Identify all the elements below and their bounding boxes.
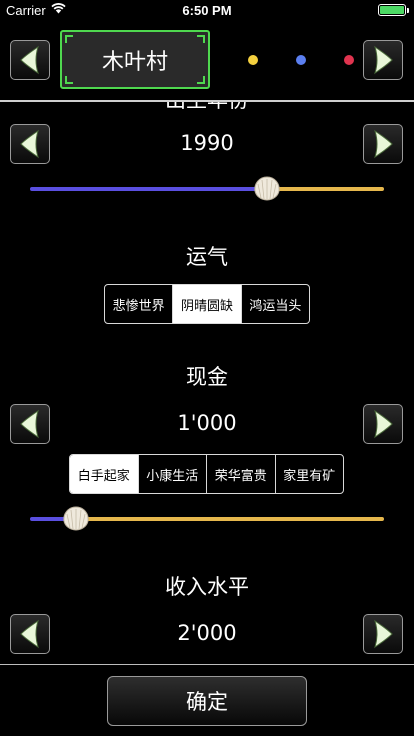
cash-label: 现金 <box>186 365 228 389</box>
status-bar: Carrier 6:50 PM <box>0 0 414 20</box>
cash-option[interactable]: 家里有矿 <box>274 455 344 493</box>
header-next-button[interactable] <box>363 40 403 80</box>
income-value: 2'000 <box>177 621 237 645</box>
arrow-right-icon <box>374 129 393 159</box>
status-time: 6:50 PM <box>182 3 232 18</box>
cash-slider[interactable] <box>30 506 384 531</box>
cash-value: 1'000 <box>177 411 237 435</box>
battery-icon <box>378 4 409 16</box>
arrow-right-icon <box>374 45 393 75</box>
slider-track-remaining <box>267 187 384 191</box>
luck-option[interactable]: 鸿运当头 <box>240 285 309 323</box>
cash-option[interactable]: 白手起家 <box>70 455 138 493</box>
slider-track-filled <box>30 187 267 191</box>
luck-option[interactable]: 阴晴圆缺 <box>172 285 241 323</box>
year-value: 1990 <box>180 131 234 155</box>
income-increase-button[interactable] <box>363 614 403 654</box>
village-name-box[interactable]: 木叶村 <box>60 30 210 89</box>
header-divider <box>0 100 414 102</box>
header-prev-button[interactable] <box>10 40 50 80</box>
income-label: 收入水平 <box>165 575 249 599</box>
cash-segmented-control[interactable]: 白手起家 小康生活 荣华富贵 家里有矿 <box>69 454 344 494</box>
year-slider[interactable] <box>30 176 384 201</box>
confirm-button[interactable]: 确定 <box>107 676 307 726</box>
luck-option[interactable]: 悲惨世界 <box>105 285 172 323</box>
slider-track-remaining <box>76 517 384 521</box>
shell-thumb-icon[interactable] <box>61 503 91 533</box>
page-dot-yellow[interactable] <box>248 55 258 65</box>
cash-option[interactable]: 小康生活 <box>137 455 207 493</box>
bottom-divider <box>0 664 414 665</box>
arrow-right-icon <box>374 409 393 439</box>
village-name: 木叶村 <box>101 49 168 75</box>
cash-option[interactable]: 荣华富贵 <box>206 455 275 493</box>
confirm-label: 确定 <box>186 690 228 714</box>
cash-increase-button[interactable] <box>363 404 403 444</box>
luck-label: 运气 <box>186 245 228 269</box>
arrow-right-icon <box>374 619 393 649</box>
arrow-left-icon <box>20 45 39 75</box>
year-increase-button[interactable] <box>363 124 403 164</box>
shell-thumb-icon[interactable] <box>252 173 282 203</box>
page-dot-red[interactable] <box>344 55 354 65</box>
luck-segmented-control[interactable]: 悲惨世界 阴晴圆缺 鸿运当头 <box>104 284 310 324</box>
page-dot-blue[interactable] <box>296 55 306 65</box>
